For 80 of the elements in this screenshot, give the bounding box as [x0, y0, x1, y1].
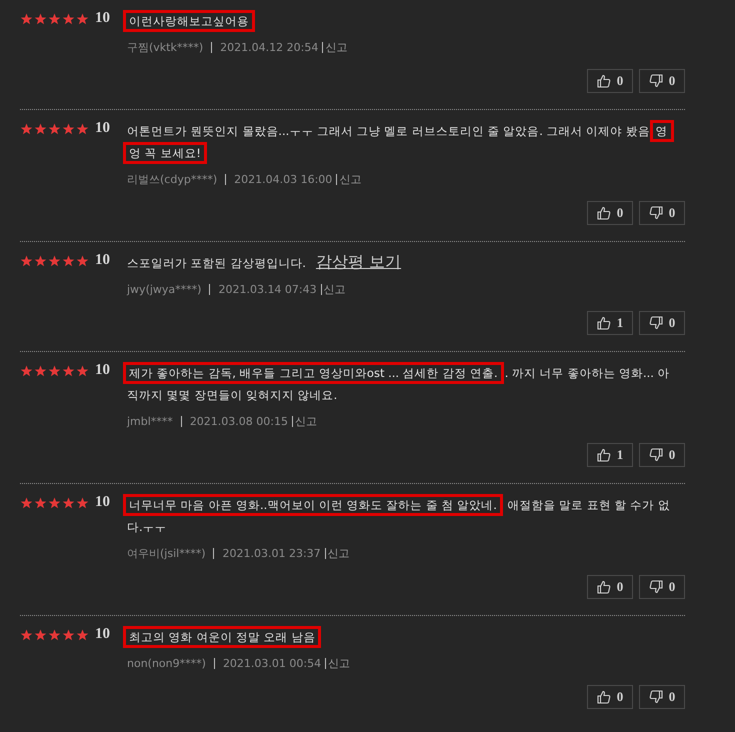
- like-button[interactable]: 0: [587, 575, 633, 599]
- like-button[interactable]: 1: [587, 443, 633, 467]
- star-icon: [48, 497, 61, 509]
- dislike-button[interactable]: 0: [639, 685, 685, 709]
- nickname: non(non9****): [127, 657, 206, 670]
- star-icon: [76, 497, 89, 509]
- nickname: 리벌쓰(cdyp****): [127, 172, 218, 187]
- star-icon: [20, 497, 33, 509]
- thumbs-up-icon: [596, 316, 611, 330]
- star-icon: [76, 13, 89, 25]
- dislike-button[interactable]: 0: [639, 69, 685, 93]
- star-icon: [34, 497, 47, 509]
- star-icon: [76, 255, 89, 267]
- date: 2021.04.03 16:00: [234, 173, 332, 186]
- star-icon: [20, 629, 33, 641]
- show-review-link[interactable]: 감상평 보기: [316, 252, 402, 273]
- star-icon: [76, 365, 89, 377]
- report-link[interactable]: 신고: [295, 414, 317, 429]
- thumbs-down-icon: [648, 206, 663, 220]
- star-icon: [76, 123, 89, 135]
- nickname: 구찜(vktk****): [127, 40, 204, 55]
- score: 10: [95, 362, 111, 379]
- nickname: 여우비(jsil****): [127, 546, 206, 561]
- date: 2021.04.12 20:54: [220, 41, 318, 54]
- like-button[interactable]: 0: [587, 685, 633, 709]
- star-icon: [62, 123, 75, 135]
- thumbs-down-icon: [648, 580, 663, 594]
- like-button[interactable]: 0: [587, 69, 633, 93]
- date: 2021.03.01 00:54: [222, 657, 322, 670]
- star-icon: [62, 365, 75, 377]
- thumbs-up-icon: [596, 690, 611, 704]
- thumbs-up-icon: [596, 448, 611, 462]
- date: 2021.03.14 07:43: [218, 283, 317, 296]
- star-icon: [34, 365, 47, 377]
- star-icon: [20, 255, 33, 267]
- thumbs-up-icon: [596, 206, 611, 220]
- star-icon: [62, 497, 75, 509]
- star-icon: [62, 255, 75, 267]
- thumbs-down-icon: [648, 448, 663, 462]
- like-button[interactable]: 0: [587, 201, 633, 225]
- thumbs-up-icon: [596, 580, 611, 594]
- star-icon: [48, 13, 61, 25]
- star-icon: [48, 255, 61, 267]
- score: 10: [95, 10, 111, 27]
- score: 10: [95, 252, 111, 269]
- thumbs-up-icon: [596, 74, 611, 88]
- thumbs-down-icon: [648, 690, 663, 704]
- dislike-button[interactable]: 0: [639, 201, 685, 225]
- star-icon: [48, 123, 61, 135]
- star-icon: [20, 365, 33, 377]
- nickname: jwy(jwya****): [127, 283, 202, 296]
- star-icon: [48, 629, 61, 641]
- star-icon: [34, 123, 47, 135]
- report-link[interactable]: 신고: [339, 172, 362, 187]
- star-icon: [34, 255, 47, 267]
- star-icon: [20, 13, 33, 25]
- dislike-button[interactable]: 0: [639, 311, 685, 335]
- star-icon: [20, 123, 33, 135]
- dislike-button[interactable]: 0: [639, 575, 685, 599]
- star-icon: [62, 629, 75, 641]
- star-icon: [48, 365, 61, 377]
- date: 2021.03.01 23:37: [222, 547, 321, 560]
- spoiler-notice: 스포일러가 포함된 감상평입니다.: [127, 255, 306, 272]
- score: 10: [95, 120, 111, 137]
- star-icon: [76, 629, 89, 641]
- like-button[interactable]: 1: [587, 311, 633, 335]
- score: 10: [95, 626, 111, 643]
- score: 10: [95, 494, 111, 511]
- thumbs-down-icon: [648, 74, 663, 88]
- report-link[interactable]: 신고: [328, 656, 350, 671]
- date: 2021.03.08 00:15: [190, 415, 288, 428]
- nickname: jmbl****: [127, 415, 173, 428]
- star-icon: [62, 13, 75, 25]
- report-link[interactable]: 신고: [328, 546, 350, 561]
- star-icon: [34, 629, 47, 641]
- star-icon: [34, 13, 47, 25]
- report-link[interactable]: 신고: [324, 282, 346, 297]
- thumbs-down-icon: [648, 316, 663, 330]
- report-link[interactable]: 신고: [325, 40, 348, 55]
- dislike-button[interactable]: 0: [639, 443, 685, 467]
